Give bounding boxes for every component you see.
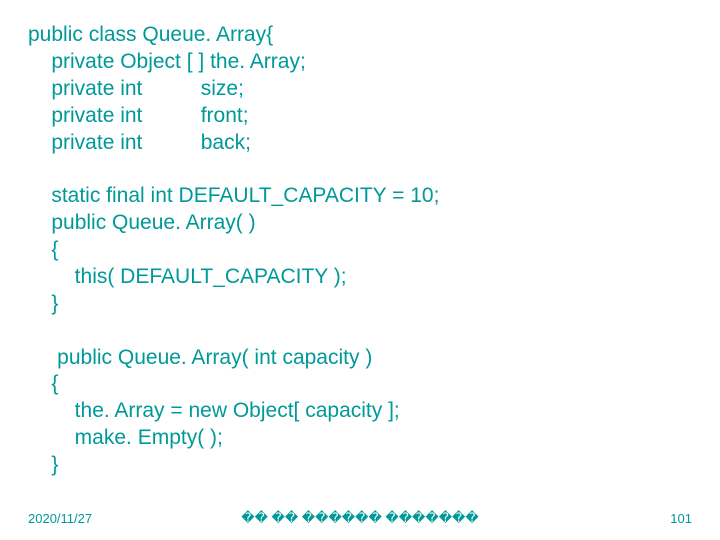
- code-line-16: make. Empty( );: [28, 426, 223, 449]
- slide: public class Queue. Array{ private Objec…: [0, 0, 720, 540]
- code-line-8: public Queue. Array( ): [28, 211, 256, 234]
- code-block: public class Queue. Array{ private Objec…: [28, 22, 439, 479]
- footer-page-number: 101: [670, 511, 692, 526]
- code-line-5: private int back;: [28, 131, 251, 154]
- code-line-2: private Object [ ] the. Array;: [28, 50, 306, 73]
- code-line-11: }: [28, 292, 58, 315]
- code-line-14: {: [28, 372, 58, 395]
- code-line-13: public Queue. Array( int capacity ): [28, 346, 372, 369]
- code-line-17: }: [28, 453, 58, 476]
- code-line-3: private int size;: [28, 77, 244, 100]
- footer-center: �� �� ������ �������: [0, 510, 720, 526]
- code-line-1: public class Queue. Array{: [28, 23, 273, 46]
- code-line-15: the. Array = new Object[ capacity ];: [28, 399, 400, 422]
- code-line-10: this( DEFAULT_CAPACITY );: [28, 265, 347, 288]
- code-line-7: static final int DEFAULT_CAPACITY = 10;: [28, 184, 439, 207]
- code-line-9: {: [28, 238, 58, 261]
- code-line-4: private int front;: [28, 104, 249, 127]
